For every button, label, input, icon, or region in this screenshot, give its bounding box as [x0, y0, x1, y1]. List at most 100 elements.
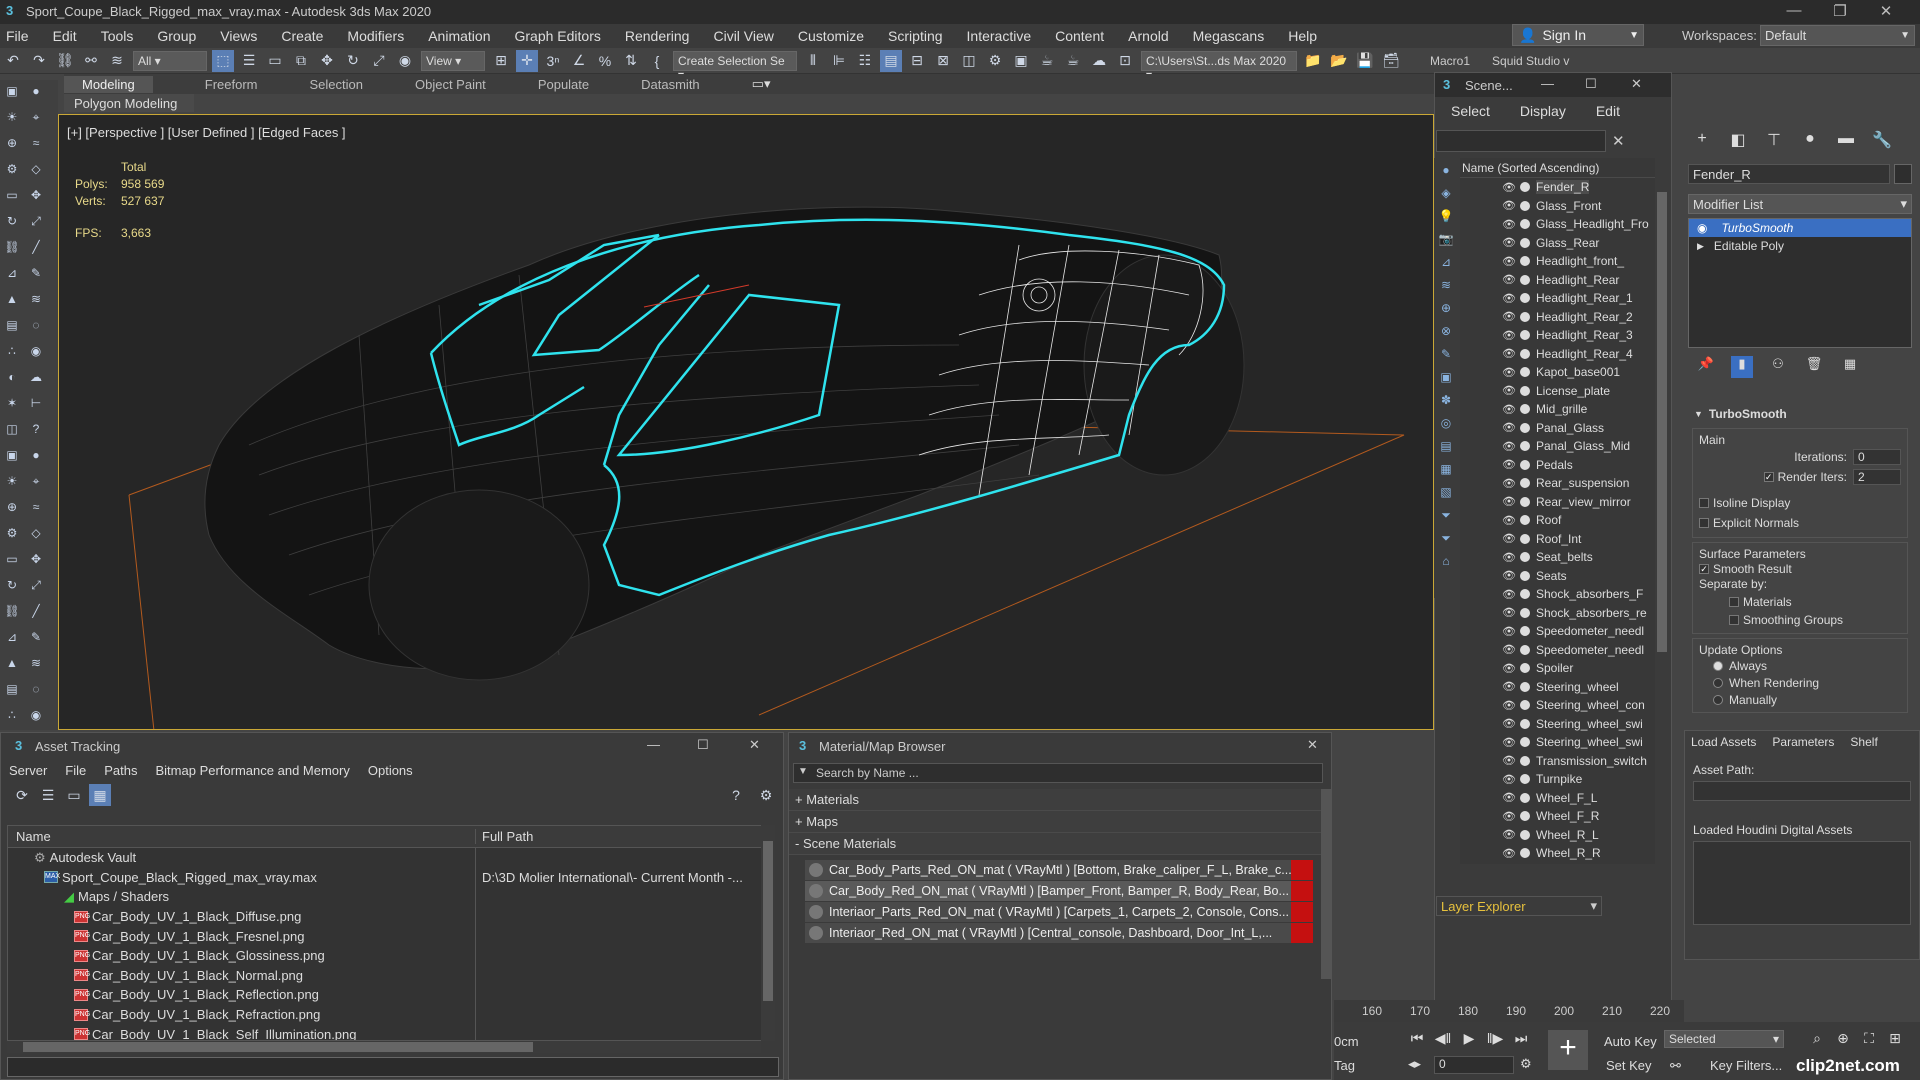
display-groups-icon[interactable]: ⊕	[1437, 301, 1455, 319]
visibility-eye-icon[interactable]: 👁	[1502, 495, 1516, 508]
modifier-list-dropdown[interactable]: Modifier List ▾	[1688, 194, 1912, 214]
list-view-icon[interactable]: ☰	[37, 784, 59, 806]
set-key-big-button[interactable]: +	[1548, 1030, 1588, 1070]
render-frame-icon[interactable]: ▣	[1010, 50, 1032, 72]
scene-item[interactable]: 👁 Headlight_Rear_1	[1460, 289, 1655, 308]
visibility-eye-icon[interactable]: 👁	[1502, 273, 1516, 286]
scene-item[interactable]: 👁 Speedometer_needl	[1460, 641, 1655, 660]
bone-tool-icon[interactable]: ╱	[27, 604, 45, 622]
select-manipulate-icon[interactable]: ✛	[516, 49, 538, 72]
render-cloud-icon[interactable]: ☁	[1088, 50, 1110, 72]
car-model-render[interactable]	[59, 115, 1434, 730]
scene-item[interactable]: 👁 Fender_R	[1460, 178, 1655, 197]
scene-item[interactable]: 👁 Turnpike	[1460, 770, 1655, 789]
select-tool-icon[interactable]: ▭	[3, 188, 21, 206]
visibility-eye-icon[interactable]: 👁	[1502, 366, 1516, 379]
table-row[interactable]: ⚙ Autodesk Vault	[8, 848, 774, 868]
hair-tool-icon[interactable]: ≋	[27, 656, 45, 674]
visibility-eye-icon[interactable]: 👁	[1502, 569, 1516, 582]
houdini-tab-shelf[interactable]: Shelf	[1850, 735, 1877, 749]
modify-tab-icon[interactable]: ◧	[1727, 130, 1749, 152]
visibility-eye-icon[interactable]: 👁	[1502, 292, 1516, 305]
close-icon[interactable]: ✕	[1307, 737, 1318, 753]
display-frozen-icon[interactable]: ✽	[1437, 393, 1455, 411]
scene-explorer-header[interactable]: 3 Scene... — ☐ ✕	[1435, 73, 1671, 97]
ik-tool-icon[interactable]: ⊿	[3, 266, 21, 284]
scene-item[interactable]: 👁 Rear_suspension	[1460, 474, 1655, 493]
render-dot-icon[interactable]	[1520, 681, 1530, 692]
next-frame-icon[interactable]: ‖▶	[1484, 1030, 1506, 1052]
table-row[interactable]: ◢ Maps / Shaders	[8, 887, 774, 907]
move-tool-icon[interactable]: ✥	[27, 188, 45, 206]
percent-snap-icon[interactable]: %	[594, 50, 616, 72]
visibility-eye-icon[interactable]: 👁	[1502, 699, 1516, 712]
key-filters-button[interactable]: Key Filters...	[1710, 1058, 1782, 1073]
move-icon[interactable]: ✥	[316, 50, 338, 72]
menu-item-civil-view[interactable]: Civil View	[713, 28, 773, 44]
display-shapes-icon[interactable]: ◈	[1437, 186, 1455, 204]
table-row[interactable]: PNG Car_Body_UV_1_Black_Normal.png	[8, 965, 774, 986]
light-tool-icon[interactable]: ☀	[3, 110, 21, 128]
render-dot-icon[interactable]	[1520, 311, 1530, 322]
measure-tool-icon[interactable]: ⊢	[27, 396, 45, 414]
timeline-ruler[interactable]: 160 170 180 190 200 210 220	[1334, 1000, 1684, 1022]
render-dot-icon[interactable]	[1520, 441, 1530, 452]
render-dot-icon[interactable]	[1520, 348, 1530, 359]
asset-menu-file[interactable]: File	[65, 763, 86, 778]
render-dot-icon[interactable]	[1520, 570, 1530, 581]
scene-item[interactable]: 👁 Steering_wheel_swi	[1460, 733, 1655, 752]
menu-item-content[interactable]: Content	[1055, 28, 1104, 44]
render-dot-icon[interactable]	[1520, 700, 1530, 711]
close-icon[interactable]: ✕	[1866, 2, 1906, 22]
visibility-eye-icon[interactable]: 👁	[1502, 773, 1516, 786]
motion-tab-icon[interactable]: ●	[1799, 130, 1821, 152]
undo-icon[interactable]: ↶	[2, 50, 24, 72]
window-crossing-icon[interactable]: ⧉	[290, 50, 312, 72]
display-cameras-icon[interactable]: 📷	[1437, 232, 1455, 250]
squid-studio-label[interactable]: Squid Studio v	[1492, 54, 1569, 68]
object-name-field[interactable]: Fender_R	[1688, 164, 1890, 184]
menu-item-animation[interactable]: Animation	[428, 28, 490, 44]
make-unique-icon[interactable]: ⚇	[1767, 356, 1789, 378]
section-maps[interactable]: + Maps	[789, 811, 1321, 833]
play-icon[interactable]: ▶	[1458, 1030, 1480, 1052]
render-dot-icon[interactable]	[1520, 274, 1530, 285]
sphere-tool-icon[interactable]: ●	[27, 448, 45, 466]
key-filter-icon[interactable]: ⚯	[1670, 1058, 1681, 1074]
select-by-name-icon[interactable]: ☰	[238, 50, 260, 72]
selection-filter-dropdown[interactable]: All ▾	[133, 50, 207, 71]
isoline-checkbox[interactable]	[1699, 498, 1709, 508]
visibility-eye-icon[interactable]: 👁	[1502, 236, 1516, 249]
close-icon[interactable]: ✕	[1631, 76, 1642, 92]
scene-item[interactable]: 👁 Wheel_R_R	[1460, 844, 1655, 863]
render-dot-icon[interactable]	[1520, 422, 1530, 433]
render-setup-icon[interactable]: ⚙	[984, 50, 1006, 72]
cube-tool-icon[interactable]: ▣	[3, 84, 21, 102]
configure-sets-icon[interactable]: ▦	[1839, 356, 1861, 378]
scene-item[interactable]: 👁 Seats	[1460, 567, 1655, 586]
visibility-eye-icon[interactable]: 👁	[1502, 643, 1516, 656]
scale-tool-icon[interactable]: ⤢	[27, 214, 45, 232]
table-row[interactable]: PNG Car_Body_UV_1_Black_Reflection.png	[8, 985, 774, 1005]
visibility-eye-icon[interactable]: 👁	[1502, 810, 1516, 823]
scene-item[interactable]: 👁 Panal_Glass_Mid	[1460, 437, 1655, 456]
scene-menu-display[interactable]: Display	[1520, 103, 1566, 119]
render-dot-icon[interactable]	[1520, 755, 1530, 766]
angle-snap-icon[interactable]: ∠	[568, 50, 590, 72]
scene-item[interactable]: 👁 Rear_view_mirror	[1460, 493, 1655, 512]
explicit-normals-checkbox[interactable]	[1699, 518, 1709, 528]
menu-item-file[interactable]: File	[6, 28, 29, 44]
always-radio[interactable]	[1713, 660, 1723, 671]
houdini-tab-load-assets[interactable]: Load Assets	[1691, 735, 1756, 749]
key-selection-dropdown[interactable]: Selected ▾	[1664, 1030, 1784, 1048]
spacewarp-tool-icon[interactable]: ≈	[27, 136, 45, 154]
visibility-eye-icon[interactable]: 👁	[1502, 458, 1516, 471]
display-spacewarps-icon[interactable]: ≋	[1437, 278, 1455, 296]
render-dot-icon[interactable]	[1520, 737, 1530, 748]
render-dot-icon[interactable]	[1520, 459, 1530, 470]
stack-item-turbosmooth[interactable]: ◉ TurboSmooth	[1689, 219, 1911, 237]
display-lights-icon[interactable]: 💡	[1437, 209, 1455, 227]
scrollbar-thumb[interactable]	[23, 1042, 533, 1052]
align-icon[interactable]: ⊫	[828, 50, 850, 72]
spacewarp-tool-icon[interactable]: ≈	[27, 500, 45, 518]
